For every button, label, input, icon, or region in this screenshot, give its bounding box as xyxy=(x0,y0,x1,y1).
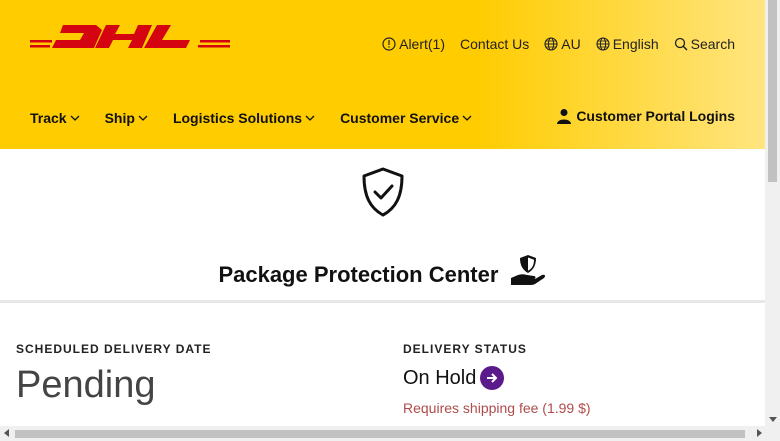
alert-label: Alert(1) xyxy=(399,36,446,52)
alert-link[interactable]: Alert(1) xyxy=(382,36,445,52)
nav-item-label: Track xyxy=(30,110,67,126)
delivery-status-value: On Hold xyxy=(403,366,477,389)
chevron-down-icon xyxy=(462,115,472,121)
site-header: Alert(1) Contact Us AU English Search Tr… xyxy=(0,0,765,149)
globe-icon xyxy=(544,37,558,51)
scroll-down-arrow-icon[interactable] xyxy=(769,417,777,422)
delivery-status-block: DELIVERY STATUS On Hold Requires shippin… xyxy=(403,342,591,416)
arrow-right-icon xyxy=(487,373,498,383)
customer-portal-label: Customer Portal Logins xyxy=(576,108,735,124)
chevron-down-icon xyxy=(70,115,80,121)
nav-item-ship[interactable]: Ship xyxy=(105,110,149,126)
nav-item-label: Customer Service xyxy=(340,110,460,126)
scroll-left-arrow-icon[interactable] xyxy=(4,429,9,437)
contact-label: Contact Us xyxy=(460,36,530,52)
page-title-text: Package Protection Center xyxy=(218,262,499,287)
delivery-status-row: On Hold xyxy=(403,366,591,390)
user-icon xyxy=(557,109,572,124)
search-label: Search xyxy=(690,36,735,52)
nav-item-label: Ship xyxy=(104,110,135,126)
customer-portal-link[interactable]: Customer Portal Logins xyxy=(556,108,735,124)
delivery-date-value: Pending xyxy=(16,364,156,406)
horizontal-scrollbar[interactable] xyxy=(0,426,780,441)
shield-check-icon xyxy=(362,167,404,217)
language-label: English xyxy=(612,36,659,52)
nav-item-customer-service[interactable]: Customer Service xyxy=(340,110,473,126)
delivery-date-label: SCHEDULED DELIVERY DATE xyxy=(16,342,212,356)
globe-icon xyxy=(596,37,610,51)
search-link[interactable]: Search xyxy=(674,36,735,52)
nav-item-track[interactable]: Track xyxy=(30,110,81,126)
alert-icon xyxy=(382,37,396,51)
region-selector[interactable]: AU xyxy=(544,36,581,52)
language-selector[interactable]: English xyxy=(596,36,659,52)
region-label: AU xyxy=(561,36,581,52)
utility-nav: Alert(1) Contact Us AU English Search xyxy=(382,36,735,52)
delivery-status-label: DELIVERY STATUS xyxy=(403,342,527,356)
vertical-scroll-thumb[interactable] xyxy=(768,0,777,182)
scroll-right-arrow-icon[interactable] xyxy=(757,429,762,437)
search-icon xyxy=(674,37,688,51)
nav-item-label: Logistics Solutions xyxy=(172,110,303,126)
vertical-scrollbar[interactable] xyxy=(765,0,780,426)
section-divider xyxy=(0,300,765,303)
main-nav: Track Ship Logistics Solutions Customer … xyxy=(30,110,497,126)
nav-item-logistics-solutions[interactable]: Logistics Solutions xyxy=(173,110,316,126)
page: Alert(1) Contact Us AU English Search Tr… xyxy=(0,0,780,441)
shipping-fee-note: Requires shipping fee (1.99 $) xyxy=(403,400,591,416)
chevron-down-icon xyxy=(305,115,315,121)
hand-shield-icon xyxy=(510,255,545,285)
contact-link[interactable]: Contact Us xyxy=(460,36,529,52)
status-details-button[interactable] xyxy=(480,366,505,390)
page-title: Package Protection Center xyxy=(0,254,765,288)
horizontal-scroll-thumb[interactable] xyxy=(15,430,745,438)
chevron-down-icon xyxy=(138,115,148,121)
scheduled-delivery-block: SCHEDULED DELIVERY DATE Pending xyxy=(16,342,211,407)
dhl-logo[interactable] xyxy=(30,22,230,52)
